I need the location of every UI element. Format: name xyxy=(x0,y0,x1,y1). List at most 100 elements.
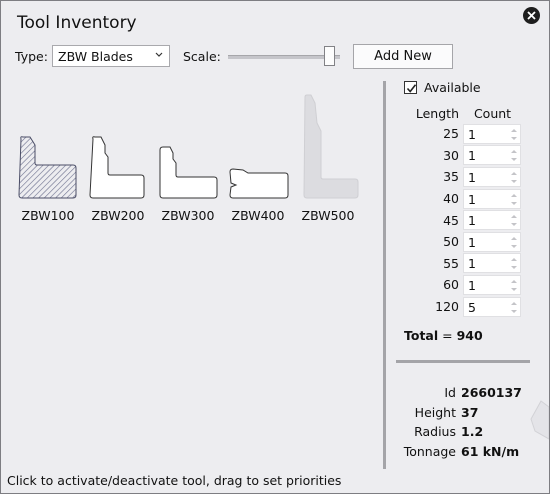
count-value: 1 xyxy=(468,126,476,142)
length-cell: 40 xyxy=(443,191,459,207)
property-key: Tonnage xyxy=(403,443,456,459)
blade-profile-icon xyxy=(229,168,289,199)
window-title: Tool Inventory xyxy=(17,13,137,33)
total-label: Total xyxy=(404,328,439,343)
available-label: Available xyxy=(424,80,481,95)
stepper-down-icon[interactable] xyxy=(511,266,517,270)
table-row: 120 5 xyxy=(401,296,522,318)
stepper-down-icon[interactable] xyxy=(511,136,517,140)
tool-zbw500[interactable]: ZBW500 xyxy=(293,93,363,243)
length-cell: 35 xyxy=(443,169,459,185)
panel-splitter[interactable] xyxy=(383,81,386,469)
tool-zbw100[interactable]: ZBW100 xyxy=(13,93,83,243)
count-stepper[interactable]: 1 xyxy=(463,210,521,231)
tool-zbw200[interactable]: ZBW200 xyxy=(83,93,153,243)
scale-label: Scale: xyxy=(183,49,221,64)
length-cell: 120 xyxy=(435,299,459,315)
length-cell: 60 xyxy=(443,277,459,293)
scale-slider-thumb[interactable] xyxy=(323,46,335,66)
length-cell: 55 xyxy=(443,255,459,271)
tool-properties: Id 2660137 Height 37 Radius 1.2 Tonnage 61 k… xyxy=(397,383,522,461)
tool-zbw300[interactable]: ZBW300 xyxy=(153,93,223,243)
table-row: 35 1 xyxy=(401,166,522,188)
tool-shelf: ZBW100 ZBW200 ZBW300 ZBW400 ZBW500 xyxy=(11,93,373,243)
total-summary: Total = 940 xyxy=(404,328,483,343)
close-button[interactable] xyxy=(523,7,540,24)
count-value: 1 xyxy=(468,148,476,164)
count-value: 1 xyxy=(468,169,476,185)
count-stepper[interactable]: 1 xyxy=(463,166,521,187)
tool-name: ZBW500 xyxy=(301,208,355,223)
stepper-up-icon[interactable] xyxy=(511,258,517,262)
stepper-up-icon[interactable] xyxy=(511,301,517,305)
property-key: Height xyxy=(414,404,456,420)
stepper-down-icon[interactable] xyxy=(511,201,517,205)
count-value: 5 xyxy=(468,299,476,315)
table-row: 30 1 xyxy=(401,145,522,167)
stepper-up-icon[interactable] xyxy=(511,150,517,154)
count-value: 1 xyxy=(468,277,476,293)
count-stepper[interactable]: 1 xyxy=(463,231,521,252)
type-label: Type: xyxy=(15,49,48,64)
stepper-up-icon[interactable] xyxy=(511,215,517,219)
length-cell: 30 xyxy=(443,147,459,163)
table-row: 25 1 xyxy=(401,123,522,145)
blade-profile-icon xyxy=(159,146,218,199)
property-row: Height 37 xyxy=(397,403,522,423)
count-value: 1 xyxy=(468,213,476,229)
close-icon xyxy=(527,11,536,20)
count-stepper[interactable]: 5 xyxy=(463,296,521,317)
blade-profile-icon xyxy=(89,136,145,199)
tool-zbw400[interactable]: ZBW400 xyxy=(223,93,293,243)
stepper-up-icon[interactable] xyxy=(511,279,517,283)
table-row: 50 1 xyxy=(401,231,522,253)
length-cell: 25 xyxy=(443,126,459,142)
length-cell: 45 xyxy=(443,212,459,228)
table-row: 45 1 xyxy=(401,209,522,231)
total-value: 940 xyxy=(456,328,483,343)
property-key: Id xyxy=(444,385,456,400)
stepper-up-icon[interactable] xyxy=(511,236,517,240)
stepper-down-icon[interactable] xyxy=(511,309,517,313)
type-select[interactable]: ZBW Blades xyxy=(52,45,170,67)
property-row: Tonnage 61 kN/m xyxy=(397,442,522,462)
table-row: 60 1 xyxy=(401,274,522,296)
stepper-down-icon[interactable] xyxy=(511,179,517,183)
property-value: 61 kN/m xyxy=(461,443,520,459)
chevron-down-icon xyxy=(155,52,163,57)
count-stepper[interactable]: 1 xyxy=(463,274,521,295)
add-new-button[interactable]: Add New xyxy=(353,44,453,69)
count-value: 1 xyxy=(468,256,476,272)
stepper-down-icon[interactable] xyxy=(511,287,517,291)
property-row: Id 2660137 xyxy=(397,383,522,403)
status-bar-text: Click to activate/deactivate tool, drag … xyxy=(7,473,342,488)
length-cell: 50 xyxy=(443,234,459,250)
count-stepper[interactable]: 1 xyxy=(463,188,521,209)
length-count-table: Length Count 25 1 30 1 35 1 40 1 45 1 50… xyxy=(401,104,522,317)
checkmark-icon xyxy=(406,84,417,93)
property-value: 1.2 xyxy=(461,424,484,439)
stepper-down-icon[interactable] xyxy=(511,244,517,248)
available-checkbox[interactable] xyxy=(404,81,417,94)
stepper-down-icon[interactable] xyxy=(511,158,517,162)
tool-name: ZBW400 xyxy=(231,208,285,223)
stepper-up-icon[interactable] xyxy=(511,128,517,132)
column-header-count: Count xyxy=(473,106,512,121)
count-value: 1 xyxy=(468,191,476,207)
count-stepper[interactable]: 1 xyxy=(463,123,521,144)
property-value: 2660137 xyxy=(461,385,522,400)
count-stepper[interactable]: 1 xyxy=(463,145,521,166)
column-header-length: Length xyxy=(415,106,459,121)
tool-name: ZBW300 xyxy=(161,208,215,223)
table-row: 55 1 xyxy=(401,253,522,275)
count-stepper[interactable]: 1 xyxy=(463,253,521,274)
stepper-up-icon[interactable] xyxy=(511,193,517,197)
blade-profile-icon xyxy=(303,94,359,199)
stepper-up-icon[interactable] xyxy=(511,171,517,175)
tool-name: ZBW100 xyxy=(21,208,75,223)
stepper-down-icon[interactable] xyxy=(511,223,517,227)
tool-inventory-window: Tool Inventory Type: ZBW Blades Scale: A… xyxy=(0,0,550,494)
type-select-value: ZBW Blades xyxy=(58,49,133,64)
blade-profile-icon xyxy=(18,136,77,199)
panel-divider xyxy=(396,360,530,363)
